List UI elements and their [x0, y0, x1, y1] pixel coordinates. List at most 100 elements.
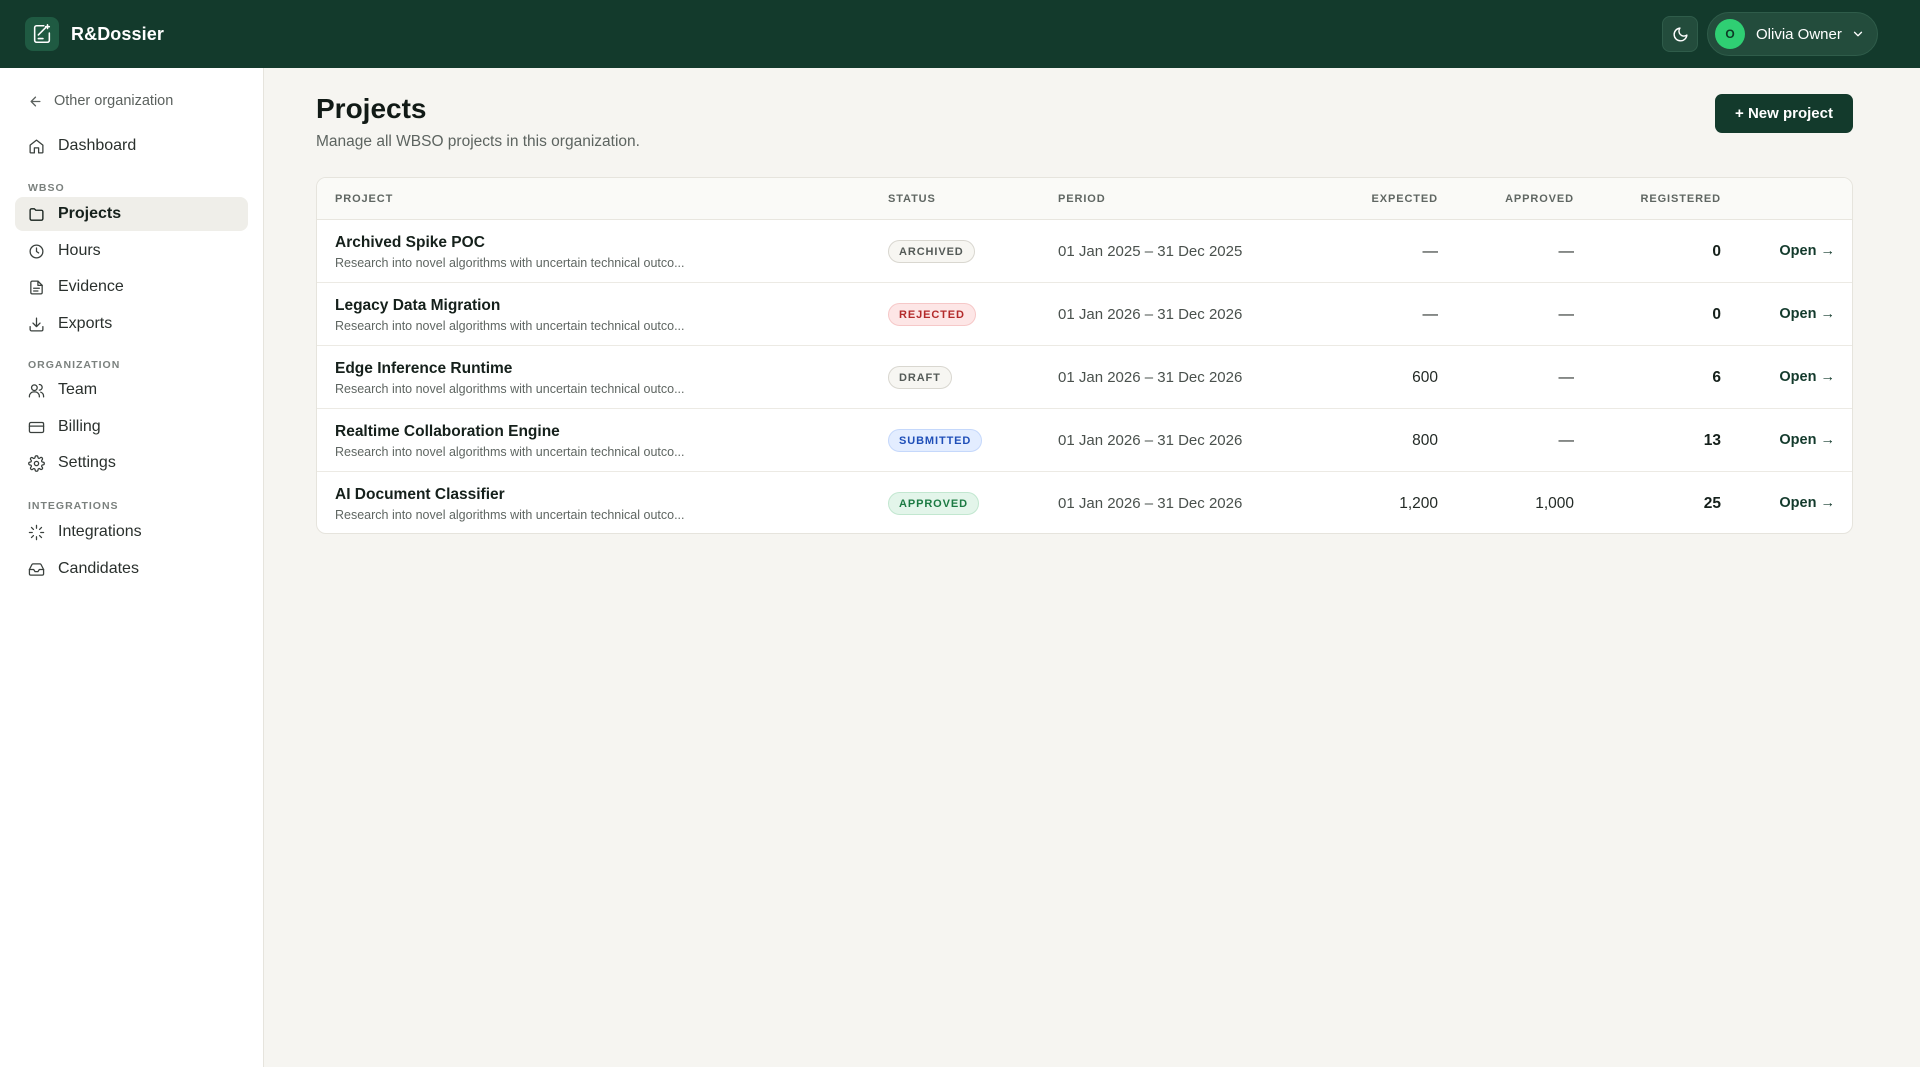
- sidebar-item-label: Dashboard: [58, 137, 137, 154]
- column-header-approved[interactable]: APPROVED: [1505, 193, 1574, 205]
- sidebar-item-label: Projects: [58, 205, 122, 222]
- project-name[interactable]: Edge Inference Runtime: [335, 360, 512, 378]
- table-row[interactable]: Archived Spike POC Research into novel a…: [317, 220, 1852, 283]
- sidebar-item-label: Hours: [58, 242, 101, 259]
- inbox-icon: [28, 561, 45, 578]
- sidebar-item-evidence[interactable]: Evidence: [15, 270, 248, 304]
- approved-hours: —: [1558, 369, 1575, 386]
- page-title: Projects: [316, 93, 427, 124]
- file-text-icon: [28, 279, 45, 296]
- registered-hours: 25: [1703, 495, 1721, 512]
- project-name[interactable]: AI Document Classifier: [335, 486, 505, 504]
- status-badge: DRAFT: [888, 366, 952, 389]
- document-sparkle-icon: [25, 17, 59, 51]
- user-menu-button[interactable]: O Olivia Owner: [1707, 12, 1878, 56]
- users-icon: [28, 382, 45, 399]
- project-name[interactable]: Realtime Collaboration Engine: [335, 423, 560, 441]
- sidebar: Other organization Dashboard WBSO Projec…: [0, 68, 264, 1067]
- status-badge: REJECTED: [888, 303, 976, 326]
- expected-hours: —: [1422, 306, 1439, 323]
- sidebar-item-label: Exports: [58, 315, 113, 332]
- open-project-link[interactable]: Open →: [1779, 243, 1835, 259]
- project-description: Research into novel algorithms with unce…: [335, 256, 685, 270]
- approved-hours: —: [1558, 432, 1575, 449]
- sidebar-item-label: Integrations: [58, 523, 142, 540]
- expected-hours: 600: [1412, 369, 1438, 386]
- sidebar-item-label: Evidence: [58, 278, 124, 295]
- project-description: Research into novel algorithms with unce…: [335, 319, 685, 333]
- project-period: 01 Jan 2026 – 31 Dec 2026: [1058, 369, 1243, 386]
- table-header: PROJECT STATUS PERIOD EXPECTED APPROVED …: [317, 178, 1852, 220]
- project-name[interactable]: Legacy Data Migration: [335, 297, 500, 315]
- gear-icon: [28, 454, 45, 472]
- table-row[interactable]: AI Document Classifier Research into nov…: [317, 472, 1852, 533]
- status-badge: SUBMITTED: [888, 429, 983, 452]
- table-row[interactable]: Edge Inference Runtime Research into nov…: [317, 346, 1852, 409]
- project-period: 01 Jan 2025 – 31 Dec 2025: [1058, 243, 1243, 260]
- loader-icon: [28, 524, 45, 541]
- back-link-label: Other organization: [54, 93, 174, 109]
- table-row[interactable]: Realtime Collaboration Engine Research i…: [317, 409, 1852, 472]
- project-period: 01 Jan 2026 – 31 Dec 2026: [1058, 306, 1243, 323]
- folder-icon: [28, 206, 45, 223]
- approved-hours: —: [1558, 243, 1575, 260]
- expected-hours: 1,200: [1399, 495, 1438, 512]
- arrow-left-icon: [30, 96, 41, 106]
- status-badge: APPROVED: [888, 492, 979, 515]
- column-header-status[interactable]: STATUS: [888, 193, 936, 205]
- brand[interactable]: R&Dossier: [25, 17, 164, 51]
- column-header-period[interactable]: PERIOD: [1058, 193, 1106, 205]
- page-subtitle: Manage all WBSO projects in this organiz…: [316, 133, 640, 150]
- table-row[interactable]: Legacy Data Migration Research into nove…: [317, 283, 1852, 346]
- open-project-link[interactable]: Open →: [1779, 369, 1835, 385]
- project-name[interactable]: Archived Spike POC: [335, 234, 485, 252]
- chevron-down-icon: [1851, 27, 1865, 41]
- sidebar-section-integrations: INTEGRATIONS: [28, 500, 119, 512]
- new-project-button[interactable]: + New project: [1715, 94, 1853, 133]
- sidebar-item-label: Billing: [58, 418, 101, 435]
- moon-icon: [1673, 26, 1688, 41]
- sidebar-item-projects[interactable]: Projects: [15, 197, 248, 231]
- projects-table: PROJECT STATUS PERIOD EXPECTED APPROVED …: [316, 177, 1853, 534]
- app-name: R&Dossier: [71, 23, 164, 44]
- project-period: 01 Jan 2026 – 31 Dec 2026: [1058, 495, 1243, 512]
- sidebar-item-dashboard[interactable]: Dashboard: [15, 129, 248, 163]
- sidebar-item-exports[interactable]: Exports: [15, 307, 248, 341]
- theme-toggle-button[interactable]: [1662, 16, 1698, 52]
- column-header-project[interactable]: PROJECT: [335, 193, 393, 205]
- sidebar-item-hours[interactable]: Hours: [15, 234, 248, 268]
- project-description: Research into novel algorithms with unce…: [335, 508, 685, 522]
- back-to-organizations-link[interactable]: Other organization: [28, 93, 173, 109]
- status-badge: ARCHIVED: [888, 240, 975, 263]
- open-project-link[interactable]: Open →: [1779, 306, 1835, 322]
- sidebar-item-settings[interactable]: Settings: [15, 446, 248, 480]
- project-period: 01 Jan 2026 – 31 Dec 2026: [1058, 432, 1243, 449]
- home-icon: [28, 138, 45, 155]
- download-icon: [28, 316, 45, 333]
- open-project-link[interactable]: Open →: [1779, 495, 1835, 511]
- sidebar-item-candidates[interactable]: Candidates: [15, 552, 248, 586]
- approved-hours: 1,000: [1535, 495, 1574, 512]
- sidebar-item-label: Candidates: [58, 560, 139, 577]
- sidebar-item-label: Settings: [58, 454, 116, 471]
- sidebar-item-team[interactable]: Team: [15, 373, 248, 407]
- avatar: O: [1715, 19, 1745, 49]
- column-header-registered[interactable]: REGISTERED: [1640, 193, 1721, 205]
- credit-card-icon: [28, 419, 45, 436]
- open-project-link[interactable]: Open →: [1779, 432, 1835, 448]
- project-description: Research into novel algorithms with unce…: [335, 382, 685, 396]
- column-header-expected[interactable]: EXPECTED: [1372, 193, 1439, 205]
- sidebar-section-wbso: WBSO: [28, 182, 65, 194]
- sidebar-item-billing[interactable]: Billing: [15, 410, 248, 444]
- expected-hours: 800: [1412, 432, 1438, 449]
- sidebar-section-organization: ORGANIZATION: [28, 359, 121, 371]
- registered-hours: 13: [1703, 432, 1721, 449]
- clock-icon: [28, 243, 45, 260]
- registered-hours: 0: [1712, 306, 1721, 323]
- expected-hours: —: [1422, 243, 1439, 260]
- project-description: Research into novel algorithms with unce…: [335, 445, 685, 459]
- user-name: Olivia Owner: [1756, 25, 1842, 43]
- sidebar-item-integrations[interactable]: Integrations: [15, 515, 248, 549]
- registered-hours: 6: [1712, 369, 1721, 386]
- sidebar-item-label: Team: [58, 381, 98, 398]
